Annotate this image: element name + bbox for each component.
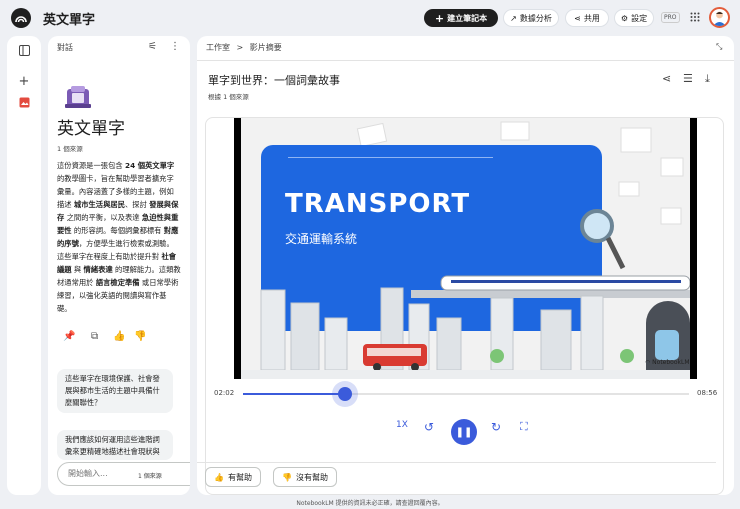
thumbs-down-icon[interactable]: 👎	[134, 331, 146, 347]
share-label: 共用	[583, 13, 600, 23]
thumbs-up-icon[interactable]: 👍	[113, 331, 125, 347]
helpful-button[interactable]: 👍 有幫助	[205, 467, 261, 487]
summary-text: 、探討	[125, 200, 150, 209]
notebooklm-watermark: ◠ NotebookLM	[645, 359, 690, 366]
notebook-heading: 英文單字	[57, 119, 125, 139]
thumbs-down-icon: 👎	[282, 472, 292, 482]
seek-handle[interactable]	[331, 381, 358, 407]
suggested-question-2[interactable]: 我們應該如何運用這些進階詞彙來更精確地描述社會現狀與	[57, 430, 173, 460]
input-source-count: 1 個來源	[138, 473, 162, 480]
trending-up-icon: ↗	[510, 13, 517, 23]
city-foreground	[241, 209, 690, 379]
sources-count: 1 個來源	[57, 145, 83, 153]
playback-speed-button[interactable]: 1X	[396, 420, 408, 430]
rewind-10-icon[interactable]: ↺	[424, 420, 434, 434]
fullscreen-icon[interactable]: ⛶	[520, 420, 528, 434]
forward-10-icon[interactable]: ↻	[491, 420, 501, 434]
pin-icon[interactable]: 📌	[63, 331, 75, 347]
summary-text: 與	[71, 265, 84, 274]
video-source-note: 根據 1 個來源	[208, 93, 249, 101]
notebook-title[interactable]: 英文單字	[43, 9, 95, 28]
breadcrumb: 工作室 > 影片摘要	[206, 42, 282, 53]
apps-grid-icon[interactable]	[690, 12, 700, 22]
header-divider	[197, 60, 734, 61]
current-time: 02:02	[214, 389, 235, 397]
thumbs-up-icon: 👍	[214, 472, 224, 482]
seek-bar[interactable]	[243, 381, 689, 407]
video-title: 單字到世界：一個詞彙故事	[208, 74, 340, 87]
disclaimer: NotebookLM 提供的資訊未必正確，請查證回覆內容。	[296, 500, 444, 507]
share-icon: ⋖	[574, 13, 581, 23]
settings-button[interactable]: ⚙ 設定	[614, 9, 654, 27]
breadcrumb-studio[interactable]: 工作室	[206, 43, 230, 52]
analytics-label: 數據分析	[519, 13, 552, 23]
notebook-emoji-icon	[65, 86, 91, 108]
copy-icon[interactable]: ⧉	[91, 331, 98, 347]
summary-text: 的形容詞。每個詞彙都標有	[71, 226, 164, 235]
notebook-summary: 這份資源是一張包含 24 個英文單字 的教學圖卡，旨在幫助學習者擴充字彙量。內容…	[57, 159, 181, 315]
seek-progress	[243, 393, 345, 395]
collapse-icon[interactable]: ⤡	[716, 42, 722, 52]
helpful-label: 有幫助	[227, 472, 252, 482]
plus-icon: +	[434, 11, 445, 25]
share-button[interactable]: ⋖ 共用	[565, 9, 609, 27]
summary-keyword: 情緒表達	[83, 265, 113, 274]
create-notebook-button[interactable]: + 建立筆記本	[424, 9, 498, 27]
image-source-icon[interactable]	[16, 94, 32, 110]
panel-toggle-icon[interactable]	[16, 42, 32, 58]
total-time: 08:56	[697, 389, 718, 397]
tune-icon[interactable]: ⚟	[148, 41, 157, 52]
share-icon[interactable]: ⋖	[662, 72, 671, 85]
add-source-icon[interactable]: +	[16, 73, 32, 89]
more-vert-icon[interactable]: ⋮	[170, 41, 180, 52]
suggested-question-1[interactable]: 這些單字在環境保護、社會發展與都市生活的主題中具備什麼關聯性？	[57, 369, 173, 413]
studio-panel: 工作室 > 影片摘要 ⤡ 單字到世界：一個詞彙故事 根據 1 個來源 ⋖ ☰ ⤓	[197, 36, 734, 495]
gear-icon: ⚙	[620, 13, 629, 23]
download-icon[interactable]: ⤓	[705, 72, 710, 86]
chat-input-box[interactable]: 1 個來源 →	[57, 462, 190, 486]
seek-handle-dot	[337, 387, 352, 401]
not-helpful-label: 沒有幫助	[295, 472, 328, 482]
breadcrumb-separator: >	[236, 43, 244, 52]
summary-keyword: 語言檢定準備	[95, 278, 140, 287]
footer-divider	[197, 462, 716, 463]
video-player: TRANSPORT 交通運輸系統 ◠ NotebookLM 02:02 08:5…	[205, 117, 724, 495]
left-rail: +	[7, 36, 41, 495]
not-helpful-button[interactable]: 👎 沒有幫助	[273, 467, 337, 487]
pause-icon: ❚❚	[455, 426, 473, 438]
avatar[interactable]	[709, 7, 730, 28]
analytics-button[interactable]: ↗ 數據分析	[503, 9, 559, 27]
watermark-text: NotebookLM	[652, 359, 690, 366]
watermark-logo-icon: ◠	[645, 359, 651, 366]
transcript-icon[interactable]: ☰	[683, 72, 693, 85]
create-notebook-label: 建立筆記本	[447, 13, 488, 23]
video-frame[interactable]: TRANSPORT 交通運輸系統 ◠ NotebookLM	[234, 118, 697, 379]
summary-keyword: 城市生活與居民	[73, 200, 125, 209]
summary-keyword: 24 個英文單字	[125, 161, 175, 170]
settings-label: 設定	[631, 13, 648, 23]
summary-text: 這份資源是一張包含	[57, 161, 125, 170]
video-slide: TRANSPORT 交通運輸系統 ◠ NotebookLM	[241, 118, 690, 379]
chat-heading: 對話	[57, 43, 73, 52]
summary-text: 之間的平衡，以及表達	[64, 213, 142, 222]
top-bar: 英文單字 + 建立筆記本 ↗ 數據分析 ⋖ 共用 ⚙ 設定 PRO	[0, 0, 740, 36]
chat-input[interactable]	[68, 469, 128, 478]
breadcrumb-video-overview: 影片摘要	[249, 43, 282, 52]
notebooklm-logo-icon[interactable]	[11, 8, 31, 28]
pro-badge: PRO	[661, 12, 680, 23]
chat-panel: 對話 ⚟ ⋮ 英文單字 1 個來源 這份資源是一張包含 24 個英文單字 的教學…	[48, 36, 190, 495]
pause-button[interactable]: ❚❚	[451, 419, 477, 445]
